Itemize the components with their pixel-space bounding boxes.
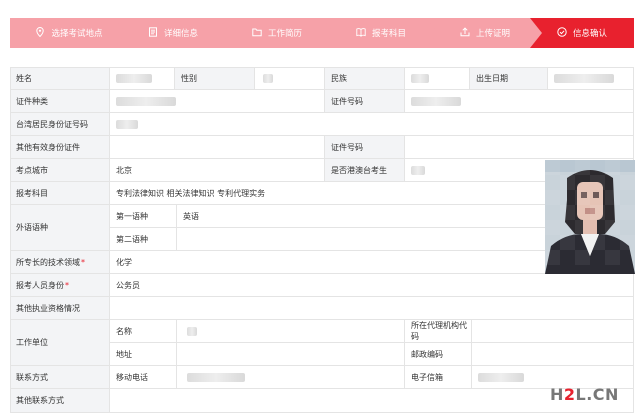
step-label: 选择考试地点 [51,29,103,39]
agency-code-value [472,320,634,343]
redacted-gender [263,73,273,83]
upload-icon [460,27,470,40]
watermark-text: H [550,385,564,404]
watermark-text: L.CN [575,385,619,404]
step-label: 信息确认 [572,29,607,39]
id-number-label: 证件号码 [325,90,405,113]
tech-field-label-cell: 所专长的技术领域 * [10,251,110,274]
agency-code-label: 所在代理机构代码 [405,320,472,343]
step-select-exam-location[interactable]: 选择考试地点 [10,18,128,48]
step-upload-proof[interactable]: 上传证明 [426,18,544,48]
other-contact-label: 其他联系方式 [10,389,110,413]
exam-city-value: 北京 [110,159,325,182]
ethnicity-value [405,67,470,90]
applicant-photo [545,160,635,274]
applicant-status-label-cell: 报考人员身份 * [10,274,110,297]
name-label: 姓名 [10,67,110,90]
applicant-status-label: 报考人员身份 [16,280,64,290]
birthdate-value [548,67,634,90]
hk-macao-tw-label: 是否港澳台考生 [325,159,405,182]
step-detailed-info[interactable]: 详细信息 [114,18,232,48]
required-asterisk: * [81,257,85,267]
other-id-number-value [405,136,634,159]
other-qual-value [110,297,634,320]
redacted-hk-macao-tw [411,165,425,175]
mobile-value [177,366,405,389]
step-label: 详细信息 [163,29,198,39]
tech-field-label: 所专长的技术领域 [16,257,80,267]
address-value [177,343,405,366]
other-qual-label: 其他执业资格情况 [10,297,110,320]
gender-label: 性别 [175,67,255,90]
subjects-label: 报考科目 [10,182,110,205]
redacted-name [116,73,152,83]
step-label: 工作简历 [267,29,302,39]
redacted-ethnicity [411,73,429,83]
first-lang-label: 第一语种 [110,205,177,228]
ethnicity-label: 民族 [325,67,405,90]
step-progress-bar: 选择考试地点 详细信息 工作简历 报考科目 上传证明 信息确认 [10,18,634,48]
other-id-label: 其他有效身份证件 [10,136,110,159]
redacted-id-number [411,96,461,106]
redacted-email [478,372,524,382]
wp-name-label: 名称 [110,320,177,343]
location-pin-icon [35,27,45,40]
book-icon [356,27,366,40]
document-icon [148,27,158,40]
site-watermark: H2L.CN [550,385,619,404]
check-circle-icon [557,26,567,40]
foreign-lang-label: 外语语种 [10,205,110,251]
id-number-value [405,90,634,113]
taiwan-id-label: 台湾居民身份证号码 [10,113,110,136]
step-info-confirm[interactable]: 信息确认 [530,18,634,48]
step-label: 报考科目 [371,29,406,39]
redacted-workplace-name [187,326,197,336]
id-type-label: 证件种类 [10,90,110,113]
folder-icon [252,27,262,40]
postcode-label: 邮政编码 [405,343,472,366]
mobile-label: 移动电话 [110,366,177,389]
id-type-value [110,90,325,113]
redacted-birthdate [554,73,614,83]
redacted-id-type [116,96,176,106]
step-exam-subjects[interactable]: 报考科目 [322,18,440,48]
watermark-text-red: 2 [563,385,576,404]
step-work-resume[interactable]: 工作简历 [218,18,336,48]
required-asterisk: * [65,280,69,290]
other-id-number-label: 证件号码 [325,136,405,159]
workplace-label: 工作单位 [10,320,110,366]
redacted-mobile [187,372,245,382]
address-label: 地址 [110,343,177,366]
wp-name-value [177,320,405,343]
postcode-value [472,343,634,366]
contact-label: 联系方式 [10,366,110,389]
redacted-taiwan-id [116,119,138,129]
email-label: 电子信箱 [405,366,472,389]
confirmation-form: 姓名 性别 民族 出生日期 证件种类 证件号码 台湾居民身份证号码 其他有效身份… [10,67,635,413]
step-label: 上传证明 [475,29,510,39]
second-lang-label: 第二语种 [110,228,177,251]
birthdate-label: 出生日期 [470,67,548,90]
taiwan-id-value [110,113,634,136]
applicant-status-value: 公务员 [110,274,634,297]
gender-value [255,67,325,90]
exam-city-label: 考点城市 [10,159,110,182]
other-id-value [110,136,325,159]
name-value [110,67,175,90]
